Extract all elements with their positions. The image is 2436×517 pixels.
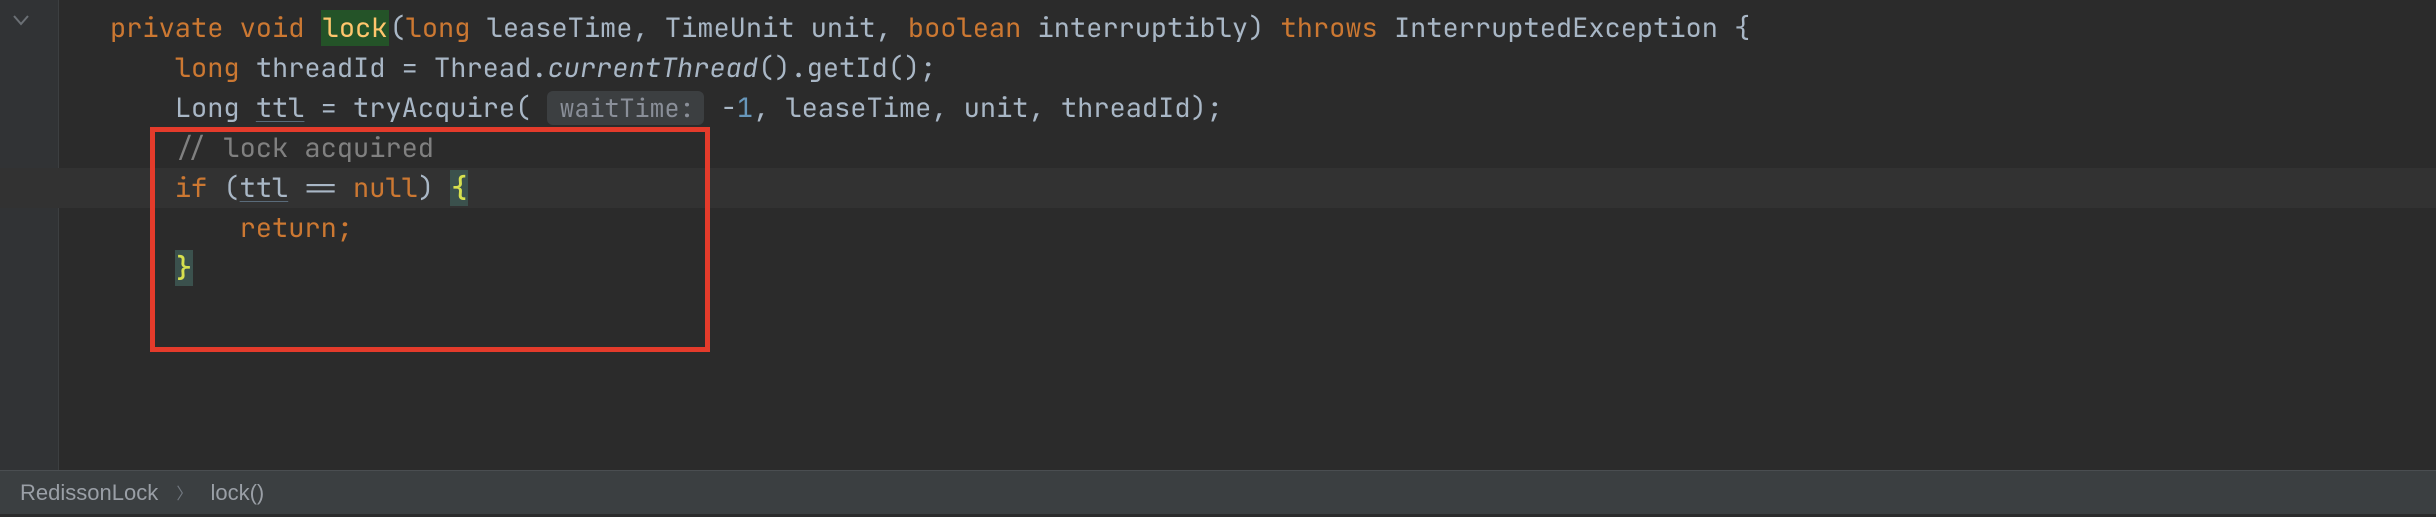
code-line[interactable]: if (ttl == null) { [0, 168, 2436, 208]
class: Thread [434, 50, 531, 86]
breadcrumb-item[interactable]: RedissonLock [20, 480, 158, 505]
type: Long [175, 90, 240, 126]
param: interruptibly [1038, 10, 1249, 46]
code-line[interactable]: // lock acquired [0, 128, 2436, 168]
variable: ttl [240, 170, 289, 206]
keyword: boolean [908, 10, 1021, 46]
keyword: throws [1281, 10, 1378, 46]
code-line[interactable]: Long ttl = tryAcquire( waitTime: -1, lea… [0, 88, 2436, 128]
method-name: lock [321, 10, 390, 46]
code-line[interactable]: private void lock(long leaseTime, TimeUn… [0, 8, 2436, 48]
keyword: long [175, 50, 240, 86]
chevron-right-icon: 〉 [164, 486, 204, 503]
keyword: null [353, 170, 418, 206]
variable: threadId [256, 50, 386, 86]
keyword: private [110, 10, 223, 46]
code-line[interactable]: } [0, 248, 2436, 288]
comment: // lock acquired [175, 130, 434, 166]
breadcrumb-item[interactable]: lock() [210, 480, 264, 505]
argument: leaseTime [785, 90, 931, 126]
param: leaseTime [487, 10, 633, 46]
method-call: getId [807, 50, 888, 86]
argument: unit [964, 90, 1029, 126]
type: TimeUnit [665, 10, 795, 46]
method-call: currentThread [547, 50, 758, 86]
number: 1 [737, 90, 753, 126]
keyword: void [240, 10, 305, 46]
brace-close: } [175, 250, 193, 286]
variable: ttl [256, 90, 305, 126]
inlay-hint: waitTime: [547, 91, 704, 125]
keyword: if [175, 170, 207, 206]
brace-open: { [450, 170, 468, 206]
code-line[interactable]: long threadId = Thread.currentThread().g… [0, 48, 2436, 88]
breadcrumb-bar[interactable]: RedissonLock 〉 lock() [0, 470, 2436, 514]
param: unit [811, 10, 876, 46]
code-editor[interactable]: private void lock(long leaseTime, TimeUn… [0, 0, 2436, 470]
method-call: tryAcquire [353, 90, 515, 126]
code-line[interactable]: return; [0, 208, 2436, 248]
keyword: long [406, 10, 471, 46]
keyword: return [240, 210, 337, 246]
punct: ( [389, 10, 405, 46]
argument: threadId [1061, 90, 1191, 126]
type: InterruptedException [1394, 10, 1718, 46]
